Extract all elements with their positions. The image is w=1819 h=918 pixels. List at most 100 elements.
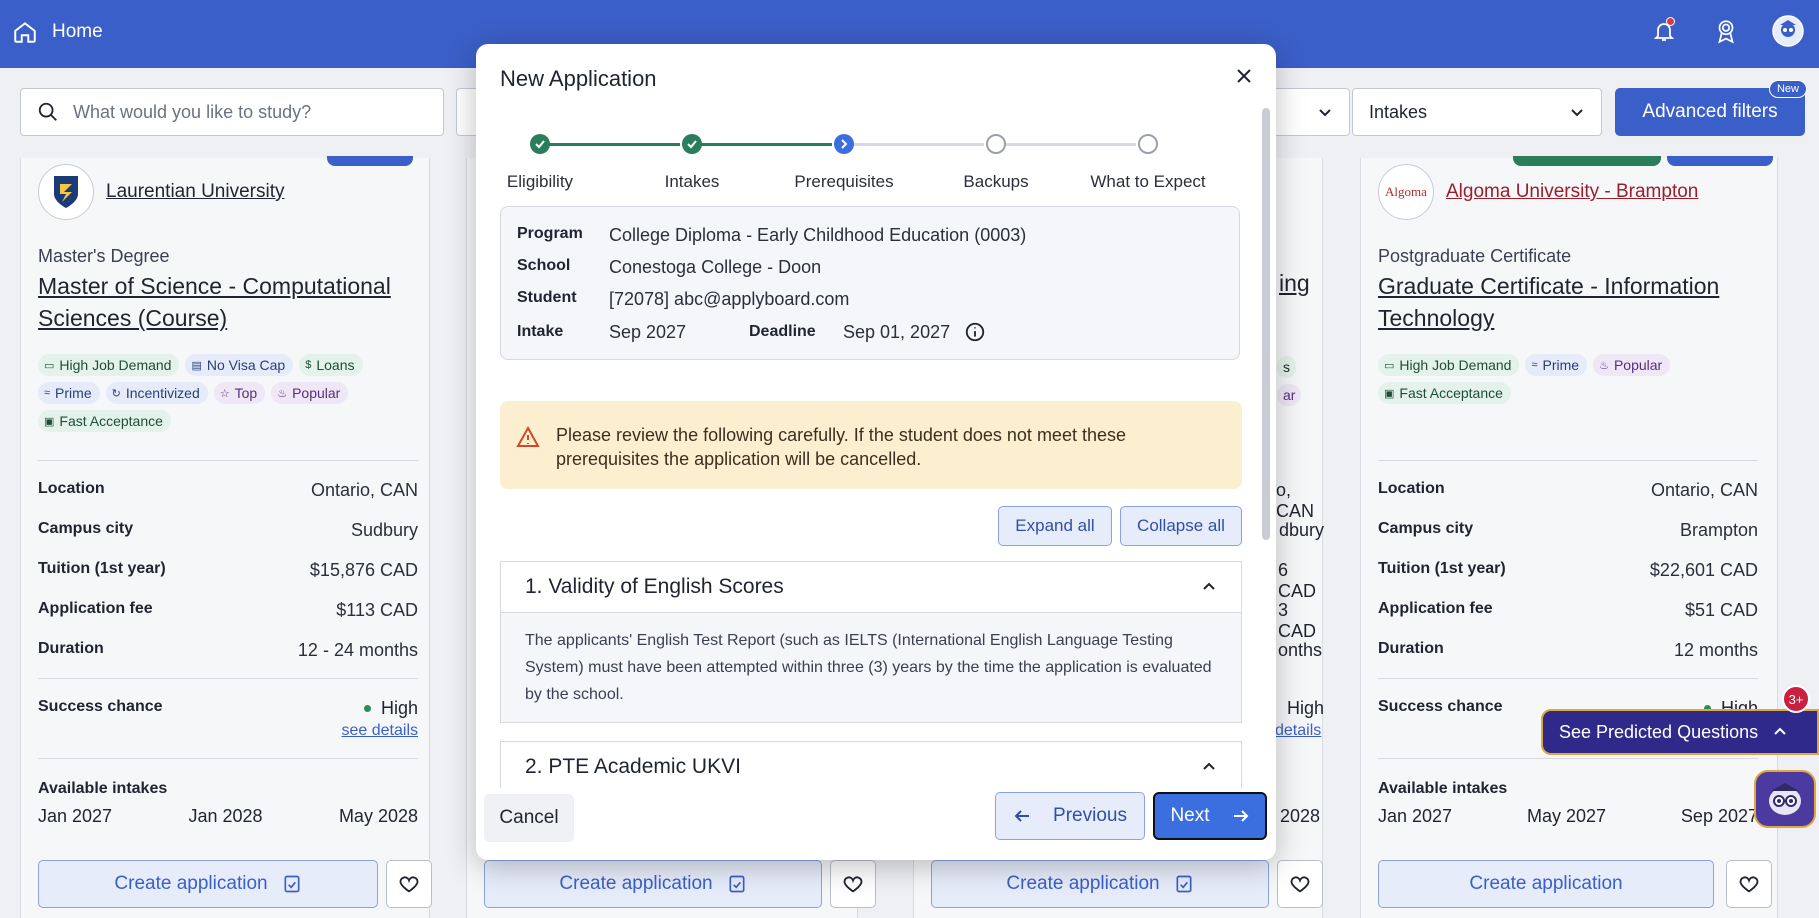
- tag-prime: ≈ Prime: [38, 382, 100, 404]
- tag-fast-acceptance: ▣ Fast Acceptance: [38, 410, 171, 432]
- close-button[interactable]: [1230, 62, 1258, 90]
- program-card: Algoma Algoma University - Brampton Post…: [1360, 156, 1778, 918]
- step-intakes[interactable]: [682, 134, 702, 154]
- step-label: Prerequisites: [794, 172, 894, 191]
- program-row: Program College Diploma - Early Childhood…: [517, 225, 1027, 245]
- prerequisite-section: 1. Validity of English Scores The applic…: [500, 561, 1242, 723]
- intake-item: May 2028: [338, 806, 418, 826]
- dialog-scrollbar[interactable]: [1262, 108, 1270, 540]
- campus-partial: dbury: [1279, 520, 1325, 540]
- predicted-questions-label: See Predicted Questions: [1559, 721, 1759, 742]
- step-eligibility[interactable]: [530, 134, 550, 154]
- step-label: Backups: [963, 172, 1029, 191]
- intakes-select[interactable]: Intakes: [1352, 88, 1602, 136]
- divider: [1378, 460, 1758, 461]
- new-badge: New: [1768, 80, 1807, 98]
- progress-stepper: Eligibility Intakes Prerequisites Backup…: [500, 130, 1240, 200]
- heart-icon: [843, 876, 863, 893]
- favorite-button[interactable]: [830, 860, 876, 908]
- warning-banner: Please review the following carefully. I…: [500, 401, 1242, 489]
- checklist-icon: ▣: [44, 415, 55, 428]
- predicted-count-badge: 3+: [1782, 685, 1810, 713]
- advanced-filters-label: Advanced filters: [1642, 101, 1778, 122]
- divider: [1378, 758, 1758, 759]
- step-label: What to Expect: [1090, 172, 1206, 191]
- next-button[interactable]: Next: [1153, 792, 1267, 840]
- prerequisite-section: 2. PTE Academic UKVI: [500, 741, 1242, 792]
- favorite-button[interactable]: [1277, 860, 1323, 908]
- step-label: Intakes: [664, 172, 720, 191]
- university-logo: Algoma: [1378, 164, 1434, 220]
- notification-dot: [1666, 17, 1675, 26]
- avatar-icon: [1772, 15, 1804, 47]
- search-input[interactable]: What would you like to study?: [20, 88, 444, 136]
- home-link[interactable]: Home: [12, 19, 103, 45]
- program-card: Laurentian University Master's Degree Ma…: [20, 156, 432, 918]
- chevron-up-icon: [1203, 762, 1215, 770]
- university-name-link[interactable]: Laurentian University: [106, 181, 284, 203]
- notifications-button[interactable]: [1647, 14, 1681, 48]
- section-body: The applicants' English Test Report (suc…: [501, 612, 1241, 722]
- robot-icon: [1769, 783, 1801, 815]
- arrow-left-icon: [1014, 810, 1030, 822]
- step-label: Eligibility: [506, 172, 574, 191]
- intake-item: Jan 2027: [38, 806, 113, 826]
- create-application-button[interactable]: Create application: [1378, 860, 1714, 908]
- tag-high-job-demand: ▭ High Job Demand: [38, 354, 180, 376]
- divider: [38, 758, 418, 759]
- section-header[interactable]: 1. Validity of English Scores: [501, 562, 1241, 612]
- search-icon: [38, 102, 57, 121]
- success-partial: High: [1287, 698, 1325, 718]
- divider: [1378, 678, 1758, 679]
- info-icon[interactable]: [964, 321, 986, 343]
- new-application-dialog: New Application Eligibility Intakes Prer…: [476, 44, 1276, 860]
- tuition-partial: 6 CAD: [1278, 560, 1317, 601]
- previous-button[interactable]: Previous: [995, 792, 1145, 840]
- expand-all-button[interactable]: Expand all: [998, 506, 1112, 546]
- warning-text: Please review the following carefully. I…: [556, 425, 1126, 469]
- step-prerequisites[interactable]: [834, 134, 854, 154]
- assistant-bot-button[interactable]: [1754, 770, 1816, 828]
- step-what-to-expect[interactable]: [1138, 134, 1158, 154]
- create-application-button[interactable]: Create application: [931, 860, 1269, 908]
- chevron-down-icon: [1319, 109, 1331, 117]
- step-backups[interactable]: [986, 134, 1006, 154]
- divider: [38, 460, 418, 461]
- degree-type: Master's Degree: [38, 246, 170, 266]
- chevron-down-icon: [1571, 109, 1583, 117]
- home-label: Home: [52, 21, 103, 42]
- see-details-partial[interactable]: details: [1275, 722, 1321, 740]
- university-name-link[interactable]: Algoma University - Brampton: [1446, 181, 1698, 203]
- document-edit-icon: [1176, 875, 1192, 893]
- heart-icon: [1739, 876, 1759, 893]
- cancel-button[interactable]: Cancel: [484, 794, 574, 842]
- tag-partial: ar: [1277, 384, 1302, 406]
- intake-item: Jan 2028: [188, 806, 263, 826]
- divider: [38, 678, 418, 679]
- duration-partial: onths: [1278, 640, 1323, 660]
- profile-avatar-button[interactable]: [1771, 14, 1805, 48]
- see-details-link[interactable]: see details: [342, 722, 419, 740]
- tag-incentivized: ↻ Incentivized: [105, 382, 208, 404]
- favorite-button[interactable]: [386, 860, 432, 908]
- program-name-link[interactable]: Graduate Certificate - Information Techn…: [1378, 270, 1758, 334]
- see-predicted-questions-button[interactable]: See Predicted Questions: [1541, 709, 1819, 755]
- intakes-label: Intakes: [1369, 101, 1428, 122]
- create-application-button[interactable]: Create application: [484, 860, 822, 908]
- school-row: School Conestoga College - Doon: [517, 257, 822, 277]
- tag-no-visa-cap: ▤ No Visa Cap: [185, 354, 294, 376]
- step-connector: [690, 143, 832, 146]
- advanced-filters-button[interactable]: Advanced filters New: [1615, 80, 1807, 136]
- document-icon: ▤: [191, 359, 202, 372]
- collapse-all-button[interactable]: Collapse all: [1120, 506, 1242, 546]
- graduation-cap-icon: ≈: [1531, 359, 1538, 371]
- program-name-link[interactable]: Master of Science - Computational Scienc…: [38, 270, 418, 334]
- section-header[interactable]: 2. PTE Academic UKVI: [501, 742, 1241, 792]
- chevron-up-icon: [1774, 727, 1786, 735]
- program-name-partial[interactable]: ing: [1279, 270, 1310, 297]
- favorite-button[interactable]: [1726, 860, 1772, 908]
- filter-select[interactable]: [1270, 88, 1350, 136]
- rewards-button[interactable]: [1709, 14, 1743, 48]
- intake-list: Jan 2027 Jan 2028 May 2028: [38, 806, 418, 827]
- create-application-button[interactable]: Create application: [38, 860, 378, 908]
